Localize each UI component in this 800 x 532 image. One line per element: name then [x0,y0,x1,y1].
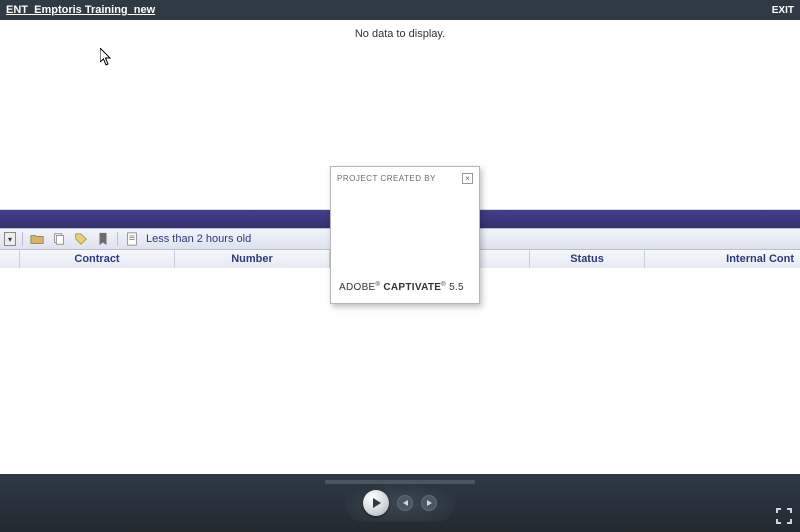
view-dropdown-toggle[interactable]: ▾ [4,232,16,246]
no-data-message: No data to display. [0,20,800,40]
splash-heading: PROJECT CREATED BY [337,174,436,183]
open-folder-icon[interactable] [29,231,45,247]
splash-version: 5.5 [449,282,464,293]
progress-track[interactable] [325,480,475,484]
fullscreen-button[interactable] [776,508,792,524]
prev-button[interactable] [397,495,413,511]
exit-button[interactable]: EXIT [772,5,794,16]
copy-icon[interactable] [51,231,67,247]
playback-bar [0,474,800,532]
playback-controls [345,484,455,522]
splash-product-line: ADOBE® CAPTIVATE® 5.5 [339,282,464,293]
toolbar-separator [22,232,23,246]
captivate-splash-dialog: PROJECT CREATED BY × ADOBE® CAPTIVATE® 5… [330,166,480,304]
project-title: ENT_Emptoris Training_new [6,4,155,16]
column-contract[interactable]: Contract [20,250,175,268]
page-icon[interactable] [124,231,140,247]
close-icon[interactable]: × [462,173,473,184]
column-selector[interactable] [0,250,20,268]
age-filter-link[interactable]: Less than 2 hours old [146,233,251,245]
bookmark-icon[interactable] [95,231,111,247]
tag-icon[interactable] [73,231,89,247]
splash-product: CAPTIVATE [383,282,441,293]
next-button[interactable] [421,495,437,511]
column-status[interactable]: Status [530,250,645,268]
play-button[interactable] [363,490,389,516]
column-internal-contract[interactable]: Internal Cont [645,250,800,268]
title-bar: ENT_Emptoris Training_new EXIT [0,0,800,20]
cursor-arrow-icon [100,48,112,66]
column-number[interactable]: Number [175,250,330,268]
splash-brand: ADOBE [339,282,376,293]
toolbar-separator [117,232,118,246]
